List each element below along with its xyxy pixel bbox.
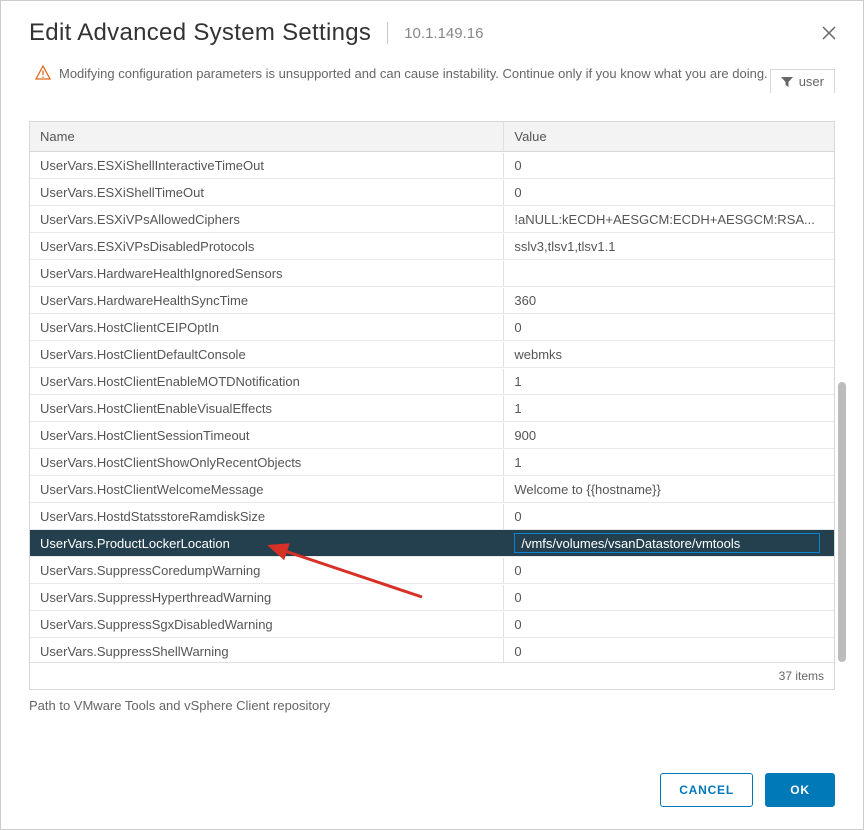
cell-name: UserVars.SuppressSgxDisabledWarning <box>30 612 504 637</box>
cell-value: 1 <box>504 369 834 394</box>
cell-value: sslv3,tlsv1,tlsv1.1 <box>504 234 834 259</box>
table-row[interactable]: UserVars.HostdStatsstoreRamdiskSize0 <box>30 503 834 530</box>
cell-name: UserVars.HardwareHealthSyncTime <box>30 288 504 313</box>
cell-value: 0 <box>504 612 834 637</box>
table-row[interactable]: UserVars.HostClientEnableVisualEffects1 <box>30 395 834 422</box>
cell-name: UserVars.ESXiShellInteractiveTimeOut <box>30 153 504 178</box>
table-row[interactable]: UserVars.SuppressSgxDisabledWarning0 <box>30 611 834 638</box>
table-row[interactable]: UserVars.ESXiVPsDisabledProtocolssslv3,t… <box>30 233 834 260</box>
table-row[interactable]: UserVars.HostClientShowOnlyRecentObjects… <box>30 449 834 476</box>
cell-name: UserVars.HostClientEnableMOTDNotificatio… <box>30 369 504 394</box>
cell-name: UserVars.SuppressHyperthreadWarning <box>30 585 504 610</box>
table-footer: 37 items <box>30 662 834 689</box>
table-row[interactable]: UserVars.HostClientWelcomeMessageWelcome… <box>30 476 834 503</box>
cell-name: UserVars.HardwareHealthIgnoredSensors <box>30 261 504 286</box>
scrollbar-thumb[interactable] <box>838 382 846 662</box>
table-row[interactable]: UserVars.ProductLockerLocation <box>30 530 834 557</box>
button-bar: CANCEL OK <box>1 755 863 829</box>
table-row[interactable]: UserVars.SuppressShellWarning0 <box>30 638 834 662</box>
table-row[interactable]: UserVars.HardwareHealthSyncTime360 <box>30 287 834 314</box>
table-row[interactable]: UserVars.SuppressCoredumpWarning0 <box>30 557 834 584</box>
cell-value: 0 <box>504 558 834 583</box>
table-header: Name Value <box>30 122 834 152</box>
cell-name: UserVars.HostdStatsstoreRamdiskSize <box>30 504 504 529</box>
table-row[interactable]: UserVars.HardwareHealthIgnoredSensors <box>30 260 834 287</box>
table-row[interactable]: UserVars.HostClientEnableMOTDNotificatio… <box>30 368 834 395</box>
cell-name: UserVars.HostClientCEIPOptIn <box>30 315 504 340</box>
cell-name: UserVars.ProductLockerLocation <box>30 531 504 556</box>
cell-name: UserVars.HostClientShowOnlyRecentObjects <box>30 450 504 475</box>
cell-value: 0 <box>504 315 834 340</box>
cell-value: !aNULL:kECDH+AESGCM:ECDH+AESGCM:RSA... <box>504 207 834 232</box>
cell-name: UserVars.ESXiVPsDisabledProtocols <box>30 234 504 259</box>
cell-value: 0 <box>504 585 834 610</box>
table-row[interactable]: UserVars.ESXiShellInteractiveTimeOut0 <box>30 152 834 179</box>
cell-name: UserVars.SuppressCoredumpWarning <box>30 558 504 583</box>
column-value[interactable]: Value <box>504 122 834 151</box>
cancel-button[interactable]: CANCEL <box>660 773 753 807</box>
filter-icon <box>781 76 793 88</box>
settings-dialog: Edit Advanced System Settings 10.1.149.1… <box>0 0 864 830</box>
table-row[interactable]: UserVars.ESXiShellTimeOut0 <box>30 179 834 206</box>
table-body: UserVars.ESXiShellInteractiveTimeOut0Use… <box>30 152 834 662</box>
cell-name: UserVars.HostClientEnableVisualEffects <box>30 396 504 421</box>
table-row[interactable]: UserVars.SuppressHyperthreadWarning0 <box>30 584 834 611</box>
cell-value[interactable] <box>504 528 834 558</box>
separator <box>387 22 388 44</box>
item-count: 37 items <box>779 669 824 683</box>
cell-name: UserVars.HostClientDefaultConsole <box>30 342 504 367</box>
filter-box[interactable]: user <box>770 69 835 93</box>
cell-value: 0 <box>504 153 834 178</box>
dialog-title: Edit Advanced System Settings <box>29 19 371 47</box>
cell-value: 900 <box>504 423 834 448</box>
cell-name: UserVars.HostClientSessionTimeout <box>30 423 504 448</box>
table-row[interactable]: UserVars.ESXiVPsAllowedCiphers!aNULL:kEC… <box>30 206 834 233</box>
cell-name: UserVars.SuppressShellWarning <box>30 639 504 663</box>
warning-icon <box>35 65 51 81</box>
warning-banner: Modifying configuration parameters is un… <box>1 57 863 95</box>
cell-value: 1 <box>504 450 834 475</box>
cell-name: UserVars.HostClientWelcomeMessage <box>30 477 504 502</box>
warning-text: Modifying configuration parameters is un… <box>59 66 768 81</box>
ok-button[interactable]: OK <box>765 773 835 807</box>
cell-value <box>504 268 834 278</box>
setting-description: Path to VMware Tools and vSphere Client … <box>1 690 863 721</box>
cell-value: 360 <box>504 288 834 313</box>
column-name[interactable]: Name <box>30 122 504 151</box>
cell-name: UserVars.ESXiVPsAllowedCiphers <box>30 207 504 232</box>
cell-value: 0 <box>504 504 834 529</box>
cell-value: 0 <box>504 180 834 205</box>
table-row[interactable]: UserVars.HostClientDefaultConsolewebmks <box>30 341 834 368</box>
close-icon <box>822 26 836 40</box>
cell-name: UserVars.ESXiShellTimeOut <box>30 180 504 205</box>
close-button[interactable] <box>819 23 839 43</box>
cell-value: webmks <box>504 342 834 367</box>
cell-value: 1 <box>504 396 834 421</box>
cell-value: 0 <box>504 639 834 663</box>
host-indicator: 10.1.149.16 <box>404 25 483 42</box>
table-row[interactable]: UserVars.HostClientSessionTimeout900 <box>30 422 834 449</box>
dialog-header: Edit Advanced System Settings 10.1.149.1… <box>1 1 863 57</box>
table-row[interactable]: UserVars.HostClientCEIPOptIn0 <box>30 314 834 341</box>
value-input[interactable] <box>514 533 820 553</box>
cell-value: Welcome to {{hostname}} <box>504 477 834 502</box>
filter-value: user <box>799 74 824 89</box>
settings-table: Name Value UserVars.ESXiShellInteractive… <box>29 121 835 690</box>
